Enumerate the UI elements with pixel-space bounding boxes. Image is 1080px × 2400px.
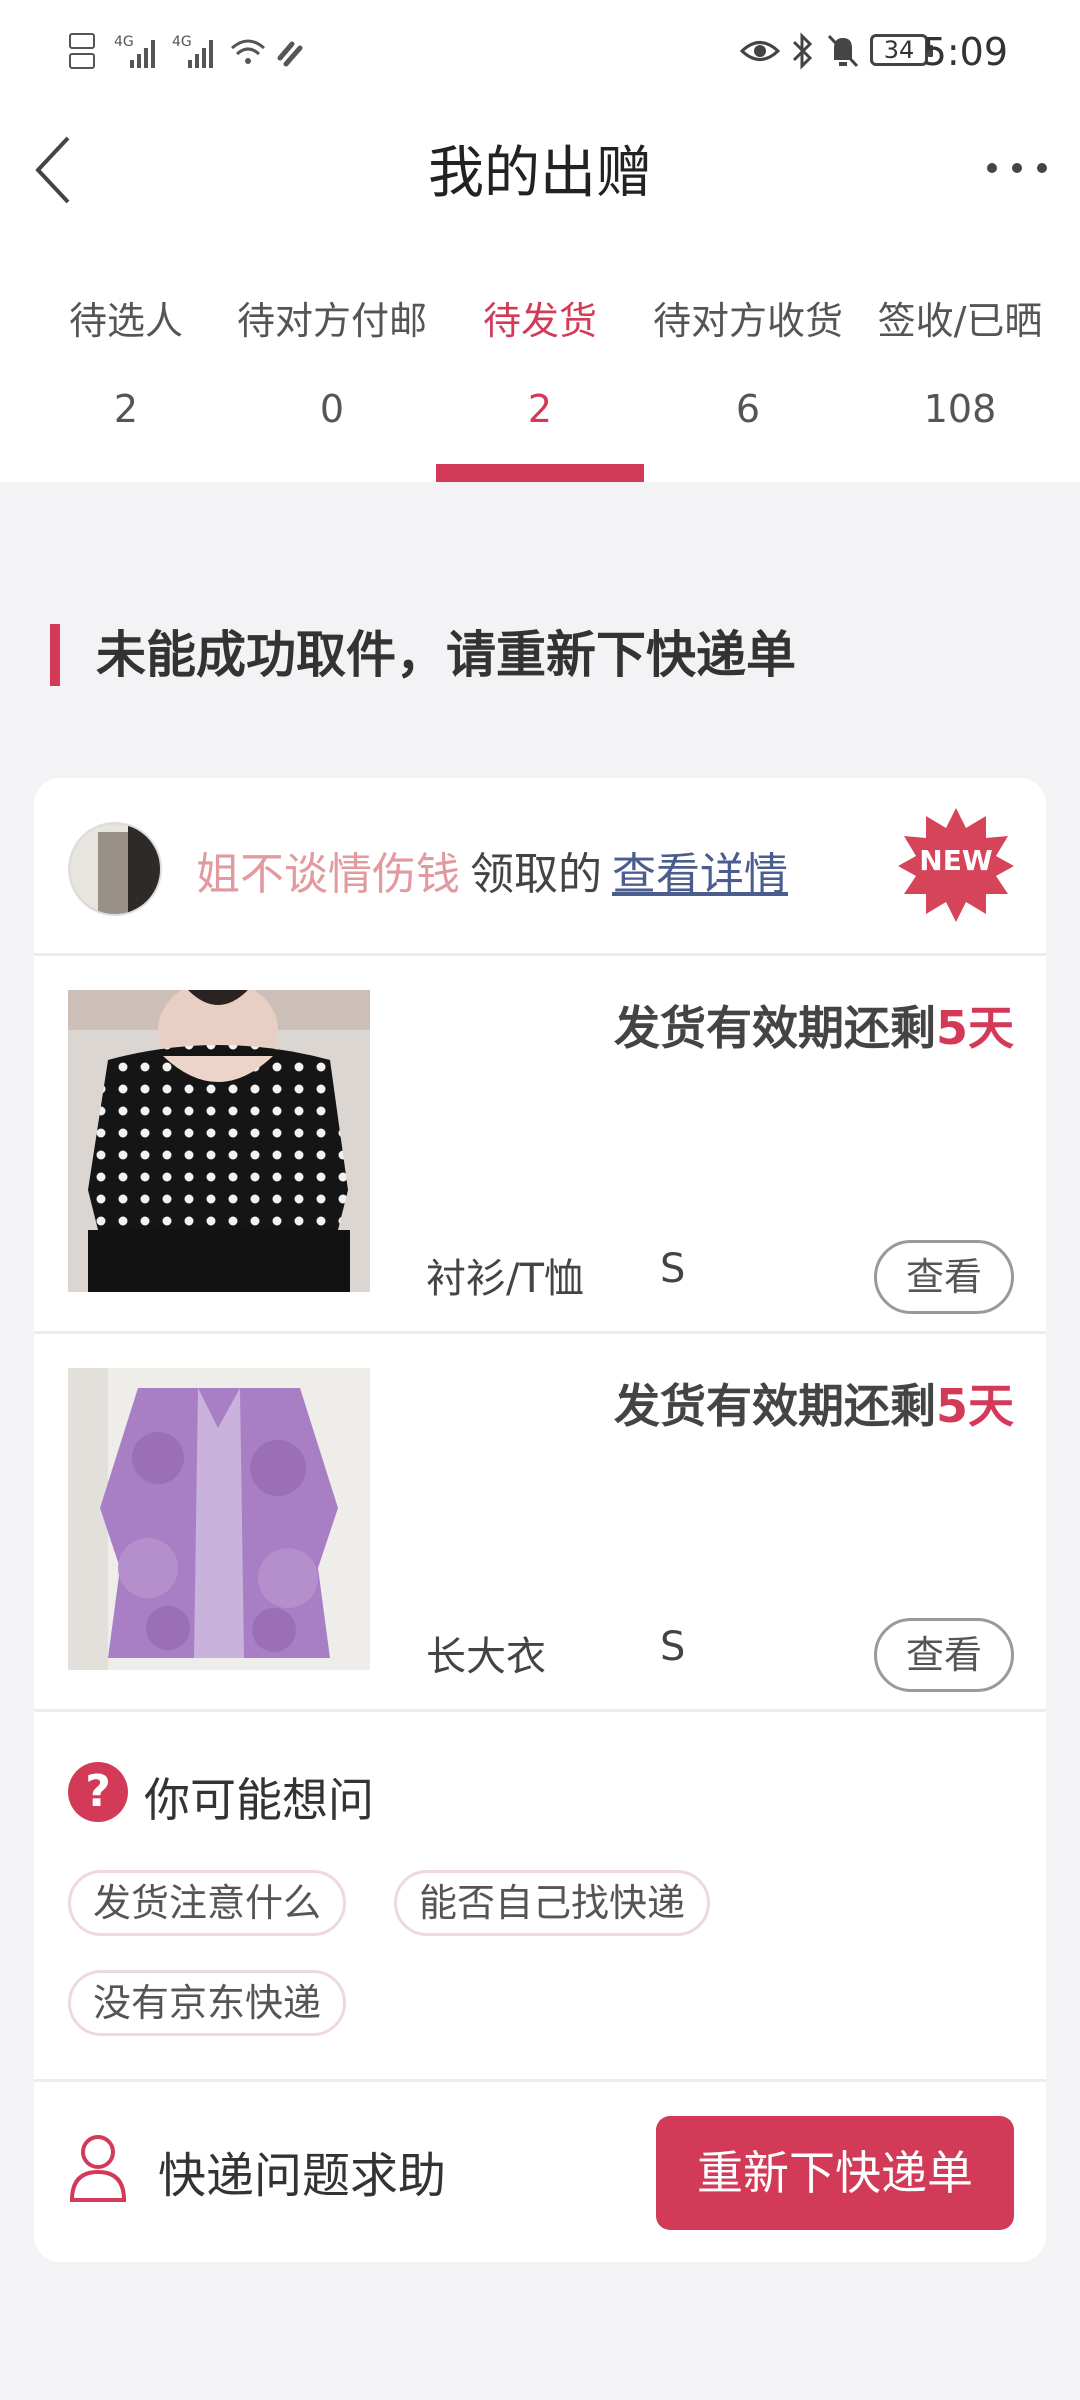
- tab-label: 待选人: [68, 299, 183, 343]
- tab-count: 108: [923, 387, 997, 431]
- deadline-days: 5天: [935, 1001, 1014, 1055]
- item-size: S: [660, 1246, 686, 1292]
- deadline-days: 5天: [935, 1379, 1014, 1433]
- item-photo-polka-top[interactable]: [68, 990, 370, 1292]
- view-item-button[interactable]: 查看: [874, 1240, 1014, 1314]
- faq-title: 你可能想问: [144, 1773, 374, 1827]
- avatar-image: [70, 824, 160, 914]
- tab-label: 待对方收货: [652, 299, 843, 343]
- tab-received-shared[interactable]: 签收/已晒 108: [852, 290, 1068, 482]
- deadline-prefix: 发货有效期还剩: [613, 1001, 936, 1055]
- section-title: 未能成功取件，请重新下快递单: [50, 620, 796, 690]
- eye-icon: [740, 41, 780, 61]
- view-item-button[interactable]: 查看: [874, 1618, 1014, 1692]
- page-title: 我的出赠: [428, 141, 652, 206]
- reorder-courier-button[interactable]: 重新下快递单: [656, 2116, 1014, 2230]
- receiver-name[interactable]: 姐不谈情伤钱: [196, 849, 460, 900]
- faq-section: ? 你可能想问 发货注意什么 能否自己找快递 没有京东快递: [34, 1712, 1046, 2082]
- help-row: 快递问题求助 重新下快递单: [34, 2082, 1046, 2262]
- view-details-link[interactable]: 查看详情: [612, 849, 788, 900]
- signal-icon: 4G 4G: [69, 33, 303, 69]
- item-size: S: [660, 1624, 686, 1670]
- gift-item: 发货有效期还剩5天 长大衣 S 查看: [34, 1334, 1046, 1712]
- donation-card: 姐不谈情伤钱 领取的 查看详情 NEW 发货有效期还剩5天 衬衫/T恤 S 查看…: [34, 778, 1046, 2262]
- svg-text:4G: 4G: [114, 34, 134, 50]
- faq-chip[interactable]: 能否自己找快递: [394, 1870, 711, 1936]
- receiver-avatar[interactable]: [68, 822, 162, 916]
- header-area: 4G 4G 34 5:09 我的出赠 待选人 2 待对方付邮 0 待发货 2 待…: [0, 0, 1080, 482]
- deadline-prefix: 发货有效期还剩: [613, 1379, 936, 1433]
- person-icon: [69, 2135, 127, 2202]
- faq-chip[interactable]: 没有京东快递: [68, 1970, 347, 2036]
- tab-pending-selection[interactable]: 待选人 2: [18, 290, 234, 482]
- tab-pending-shipment[interactable]: 待发货 2: [436, 290, 644, 482]
- tab-count: 6: [735, 387, 761, 431]
- tab-count: 2: [113, 387, 139, 431]
- mute-bell-icon: [827, 34, 859, 68]
- tab-label: 签收/已晒: [877, 299, 1043, 343]
- question-icon: ?: [68, 1762, 128, 1822]
- gift-item: 发货有效期还剩5天 衬衫/T恤 S 查看: [34, 956, 1046, 1334]
- receiver-action: 领取的: [470, 849, 602, 900]
- tab-pending-receipt[interactable]: 待对方收货 6: [640, 290, 856, 482]
- status-tabs: 待选人 2 待对方付邮 0 待发货 2 待对方收货 6 签收/已晒 108: [0, 290, 1080, 482]
- tab-count: 0: [319, 387, 345, 431]
- tab-pending-postage[interactable]: 待对方付邮 0: [224, 290, 440, 482]
- tab-label: 待对方付邮: [236, 299, 427, 343]
- shipping-deadline: 发货有效期还剩5天: [614, 1370, 1014, 1436]
- status-time: 5:09: [922, 30, 1008, 74]
- bluetooth-icon: [792, 32, 813, 70]
- new-badge-label: NEW: [919, 844, 993, 877]
- shipping-deadline: 发货有效期还剩5天: [614, 992, 1014, 1058]
- item-category: 衬衫/T恤: [426, 1256, 584, 1302]
- svg-text:4G: 4G: [172, 34, 192, 50]
- receiver-row: 姐不谈情伤钱 领取的 查看详情 NEW: [34, 778, 1046, 956]
- item-category: 长大衣: [426, 1634, 546, 1680]
- faq-chip[interactable]: 发货注意什么: [68, 1870, 347, 1936]
- new-badge: NEW: [898, 806, 1014, 922]
- tab-label: 待发货: [482, 299, 597, 343]
- courier-help-link[interactable]: 快递问题求助: [158, 2136, 446, 2206]
- item-image: [68, 1368, 370, 1670]
- status-bar: 4G 4G 34 5:09: [0, 0, 1080, 104]
- item-image: [68, 990, 370, 1292]
- receiver-info: 姐不谈情伤钱 领取的 查看详情: [196, 838, 788, 902]
- more-icon[interactable]: [982, 138, 1052, 198]
- nav-bar: 我的出赠: [0, 104, 1080, 234]
- tab-count: 2: [527, 387, 553, 431]
- item-photo-purple-coat[interactable]: [68, 1368, 370, 1670]
- active-tab-indicator: [436, 464, 644, 482]
- battery-indicator: 34: [870, 34, 933, 66]
